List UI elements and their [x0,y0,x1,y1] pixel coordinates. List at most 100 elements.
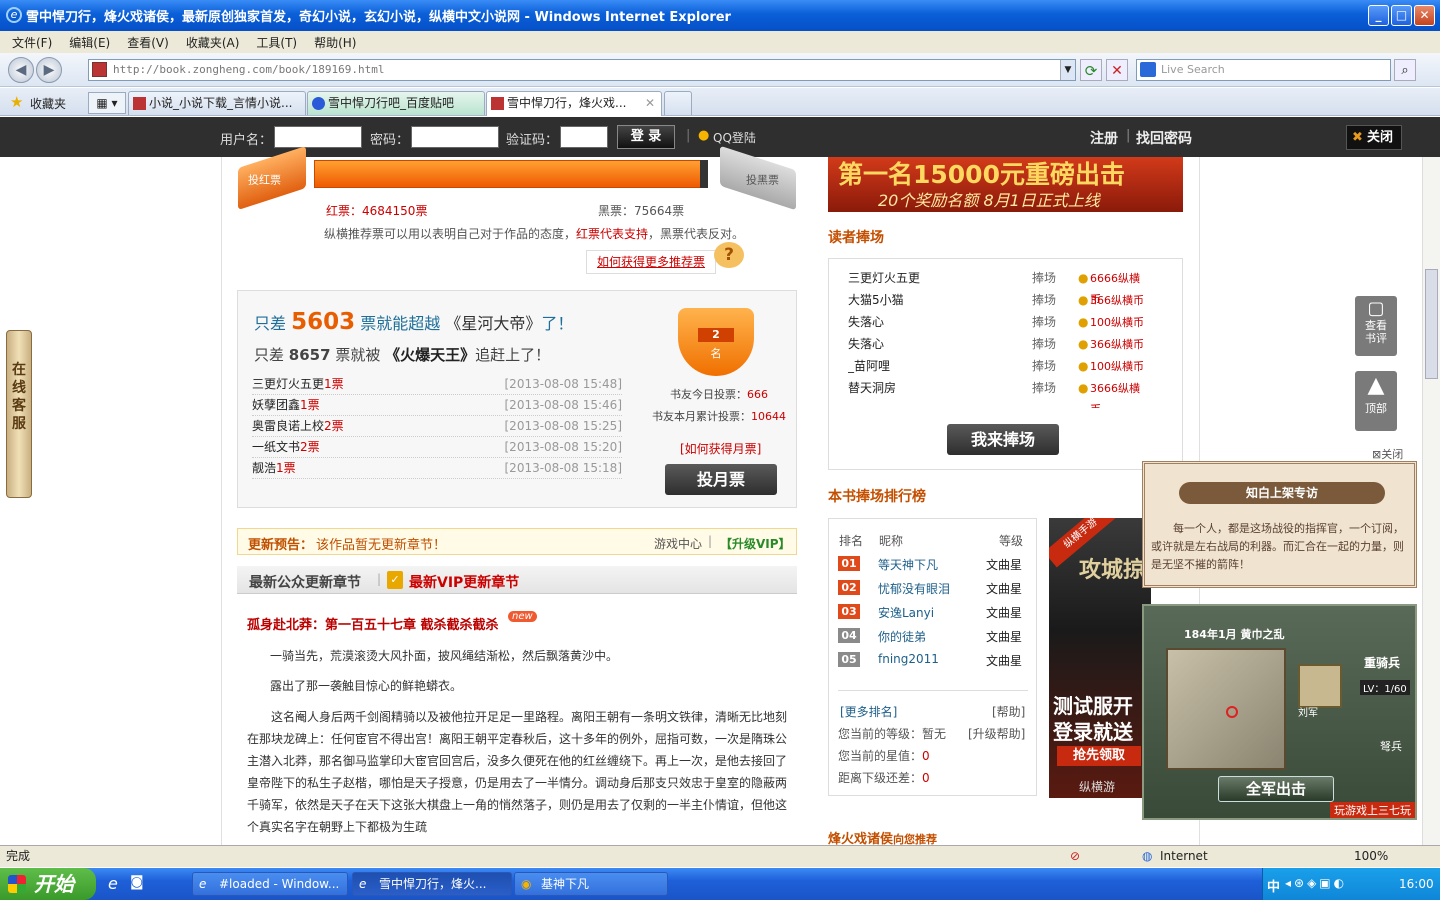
attack-button[interactable]: 全军出击 [1218,776,1334,802]
address-bar[interactable]: http://book.zongheng.com/book/189169.htm… [88,59,1076,81]
record-user[interactable]: 奥雷良诺上校 [252,419,324,433]
tab-close-icon[interactable]: ✕ [645,92,655,114]
update-label: 更新预告： [248,538,314,553]
forward-button[interactable]: ▶ [36,57,62,83]
fan-name[interactable]: 替天洞房 [848,381,896,395]
fan-name[interactable]: 失落心 [848,337,884,351]
how-monthly-link[interactable]: [如何获得月票] [680,440,761,457]
record-user[interactable]: 妖孽团鑫 [252,398,300,412]
chased-book[interactable]: 《火爆天王》 [385,346,475,364]
game-map [1166,648,1286,770]
tab-active-xuezhong[interactable]: 雪中悍刀行，烽火戏... ✕ [486,91,662,116]
upgrade-help-link[interactable]: [升级帮助] [968,725,1025,742]
fan-name[interactable]: 失落心 [848,315,884,329]
popup-close[interactable]: ⊠关闭 [1372,446,1403,462]
quicklaunch-ie-icon[interactable]: e [108,874,118,893]
record-user[interactable]: 一纸文书 [252,440,300,454]
username-input[interactable] [274,126,362,148]
ad-tag: 纵横游 [1079,780,1116,794]
support-button[interactable]: 我来捧场 [947,424,1059,455]
more-votes-link[interactable]: 如何获得更多推荐票 [597,255,705,269]
popup-interview[interactable]: 知白上架专访 每一个人，都是这场战役的指挥官，一个订阅，或许就是左右战局的利器。… [1142,461,1417,588]
refresh-icon[interactable]: ⟳ [1080,59,1102,81]
contest-banner[interactable]: 第一名15000元重磅出击 20个奖励名额 8月1日正式上线 [828,157,1183,212]
minimize-button[interactable]: _ [1368,5,1389,26]
game-ad-vertical[interactable]: 纵横手游 攻城掠 测试服开 登录就送 抢先领取 纵横游 [1049,518,1151,798]
fan-name[interactable]: _苗阿哩 [848,359,890,373]
more-votes-box: 如何获得更多推荐票 [586,250,716,274]
ad-claim-button[interactable]: 抢先领取 [1057,746,1141,766]
back-to-top-button[interactable]: ▲ 顶部 [1355,371,1397,431]
popup-game-ad[interactable]: 184年1月 黄巾之乱 刘军 重骑兵 LV：1/60 弩兵 全军出击 玩游戏上三… [1142,604,1417,820]
task-loaded-window[interactable]: e #loaded - Window... [192,872,348,896]
fan-name[interactable]: 大猫5小猫 [848,293,904,307]
menu-edit[interactable]: 编辑(E) [69,34,110,51]
rank-number: 2 [698,328,734,342]
month-value: 10644 [751,410,786,423]
tab-baidu-tieba[interactable]: 雪中悍刀行吧_百度贴吧 [307,91,485,115]
captcha-input[interactable] [560,126,608,148]
popup-close-icon: ⊠ [1372,448,1382,461]
maximize-button[interactable]: □ [1391,5,1412,26]
register-link[interactable]: 注册 [1090,128,1118,148]
game-date: 184年1月 黄巾之乱 [1184,628,1285,641]
qq-login-link[interactable]: QQ登陆 [713,129,756,146]
menu-help[interactable]: 帮助(H) [314,34,356,51]
quick-tabs-icon[interactable]: ▦ ▾ [88,92,126,114]
start-button[interactable]: 开始 [0,868,96,900]
rank-nick[interactable]: 你的徒弟 [878,628,926,645]
monthly-vote-button[interactable]: 投月票 [665,464,777,495]
rank-nick[interactable]: 安逸Lanyi [878,604,934,621]
rank-help-link[interactable]: [帮助] [992,703,1025,720]
game-center-link[interactable]: 游戏中心 [654,535,702,552]
tab-label: 雪中悍刀行吧_百度贴吧 [328,96,455,110]
menu-view[interactable]: 查看(V) [127,34,169,51]
address-dropdown-icon[interactable]: ▼ [1060,60,1075,80]
favorites-label[interactable]: 收藏夹 [30,95,66,112]
menu-tools[interactable]: 工具(T) [256,34,297,51]
rank-no: 04 [838,628,860,643]
search-input[interactable]: Live Search [1136,59,1391,81]
favorites-star-icon[interactable]: ★ [10,93,23,111]
quicklaunch-icon[interactable]: ◙ [130,874,144,890]
chased-number: 8657 [288,346,331,364]
fan-name[interactable]: 三更灯火五更 [848,271,920,285]
online-service-tab[interactable]: 在线客服 [6,330,32,498]
find-password-link[interactable]: 找回密码 [1136,128,1192,148]
login-button[interactable]: 登 录 [617,125,675,149]
task-jishen[interactable]: ◉ 基神下凡 [514,872,668,896]
overtake-book[interactable]: 《星河大帝》 [445,314,541,333]
new-tab-button[interactable] [664,91,692,115]
upgrade-vip-link[interactable]: 【升级VIP】 [720,535,791,552]
rank-level: 文曲星 [986,606,1023,620]
latest-chapter-title[interactable]: 孤身赴北莽：第一百五十七章 截杀截杀截杀 [247,614,499,633]
menu-file[interactable]: 文件(F) [12,34,52,51]
ime-indicator[interactable]: 中 [1267,876,1280,895]
zoom-level[interactable]: 100% [1354,846,1388,866]
close-bar-button[interactable]: ✖ 关闭 [1346,125,1402,150]
tab-novel-download[interactable]: 小说_小说下载_言情小说... [128,91,306,115]
view-reviews-button[interactable]: ▢ 查看书评 [1355,296,1397,356]
rank-nick[interactable]: 忧郁没有眼泪 [878,580,950,597]
record-user[interactable]: 三更灯火五更 [252,377,324,391]
menu-favorites[interactable]: 收藏夹(A) [186,34,240,51]
password-input[interactable] [411,126,499,148]
new-badge: new [508,611,537,622]
tab-public-chapters[interactable]: 最新公众更新章节 [249,572,361,592]
record-user[interactable]: 靓浩 [252,461,276,475]
tab-label: 小说_小说下载_言情小说... [149,96,293,110]
list-item: 妖孽团鑫1票 [2013-08-08 15:46] [252,395,622,416]
rank-nick[interactable]: fning2011 [878,652,939,666]
close-window-button[interactable]: ✕ [1414,5,1435,26]
tray-icons[interactable]: ◂⊛◈▣◐ [1285,876,1347,890]
stop-icon[interactable]: ✕ [1106,59,1128,81]
tab-vip-chapters[interactable]: 最新VIP更新章节 [409,572,519,592]
more-rank-link[interactable]: [更多排名] [840,703,897,720]
search-go-icon[interactable]: ⌕ [1394,59,1416,81]
vertical-scrollbar[interactable] [1422,157,1440,845]
scrollbar-thumb[interactable] [1425,269,1438,379]
rank-nick[interactable]: 等天神下凡 [878,556,938,573]
back-button[interactable]: ◀ [8,57,34,83]
task-xuezhong[interactable]: e 雪中悍刀行，烽火... [352,872,512,896]
chapter-paragraph-1: 一骑当先，荒漠滚烫大风扑面，披风绳结渐松，然后飘落黄沙中。 [270,649,619,663]
